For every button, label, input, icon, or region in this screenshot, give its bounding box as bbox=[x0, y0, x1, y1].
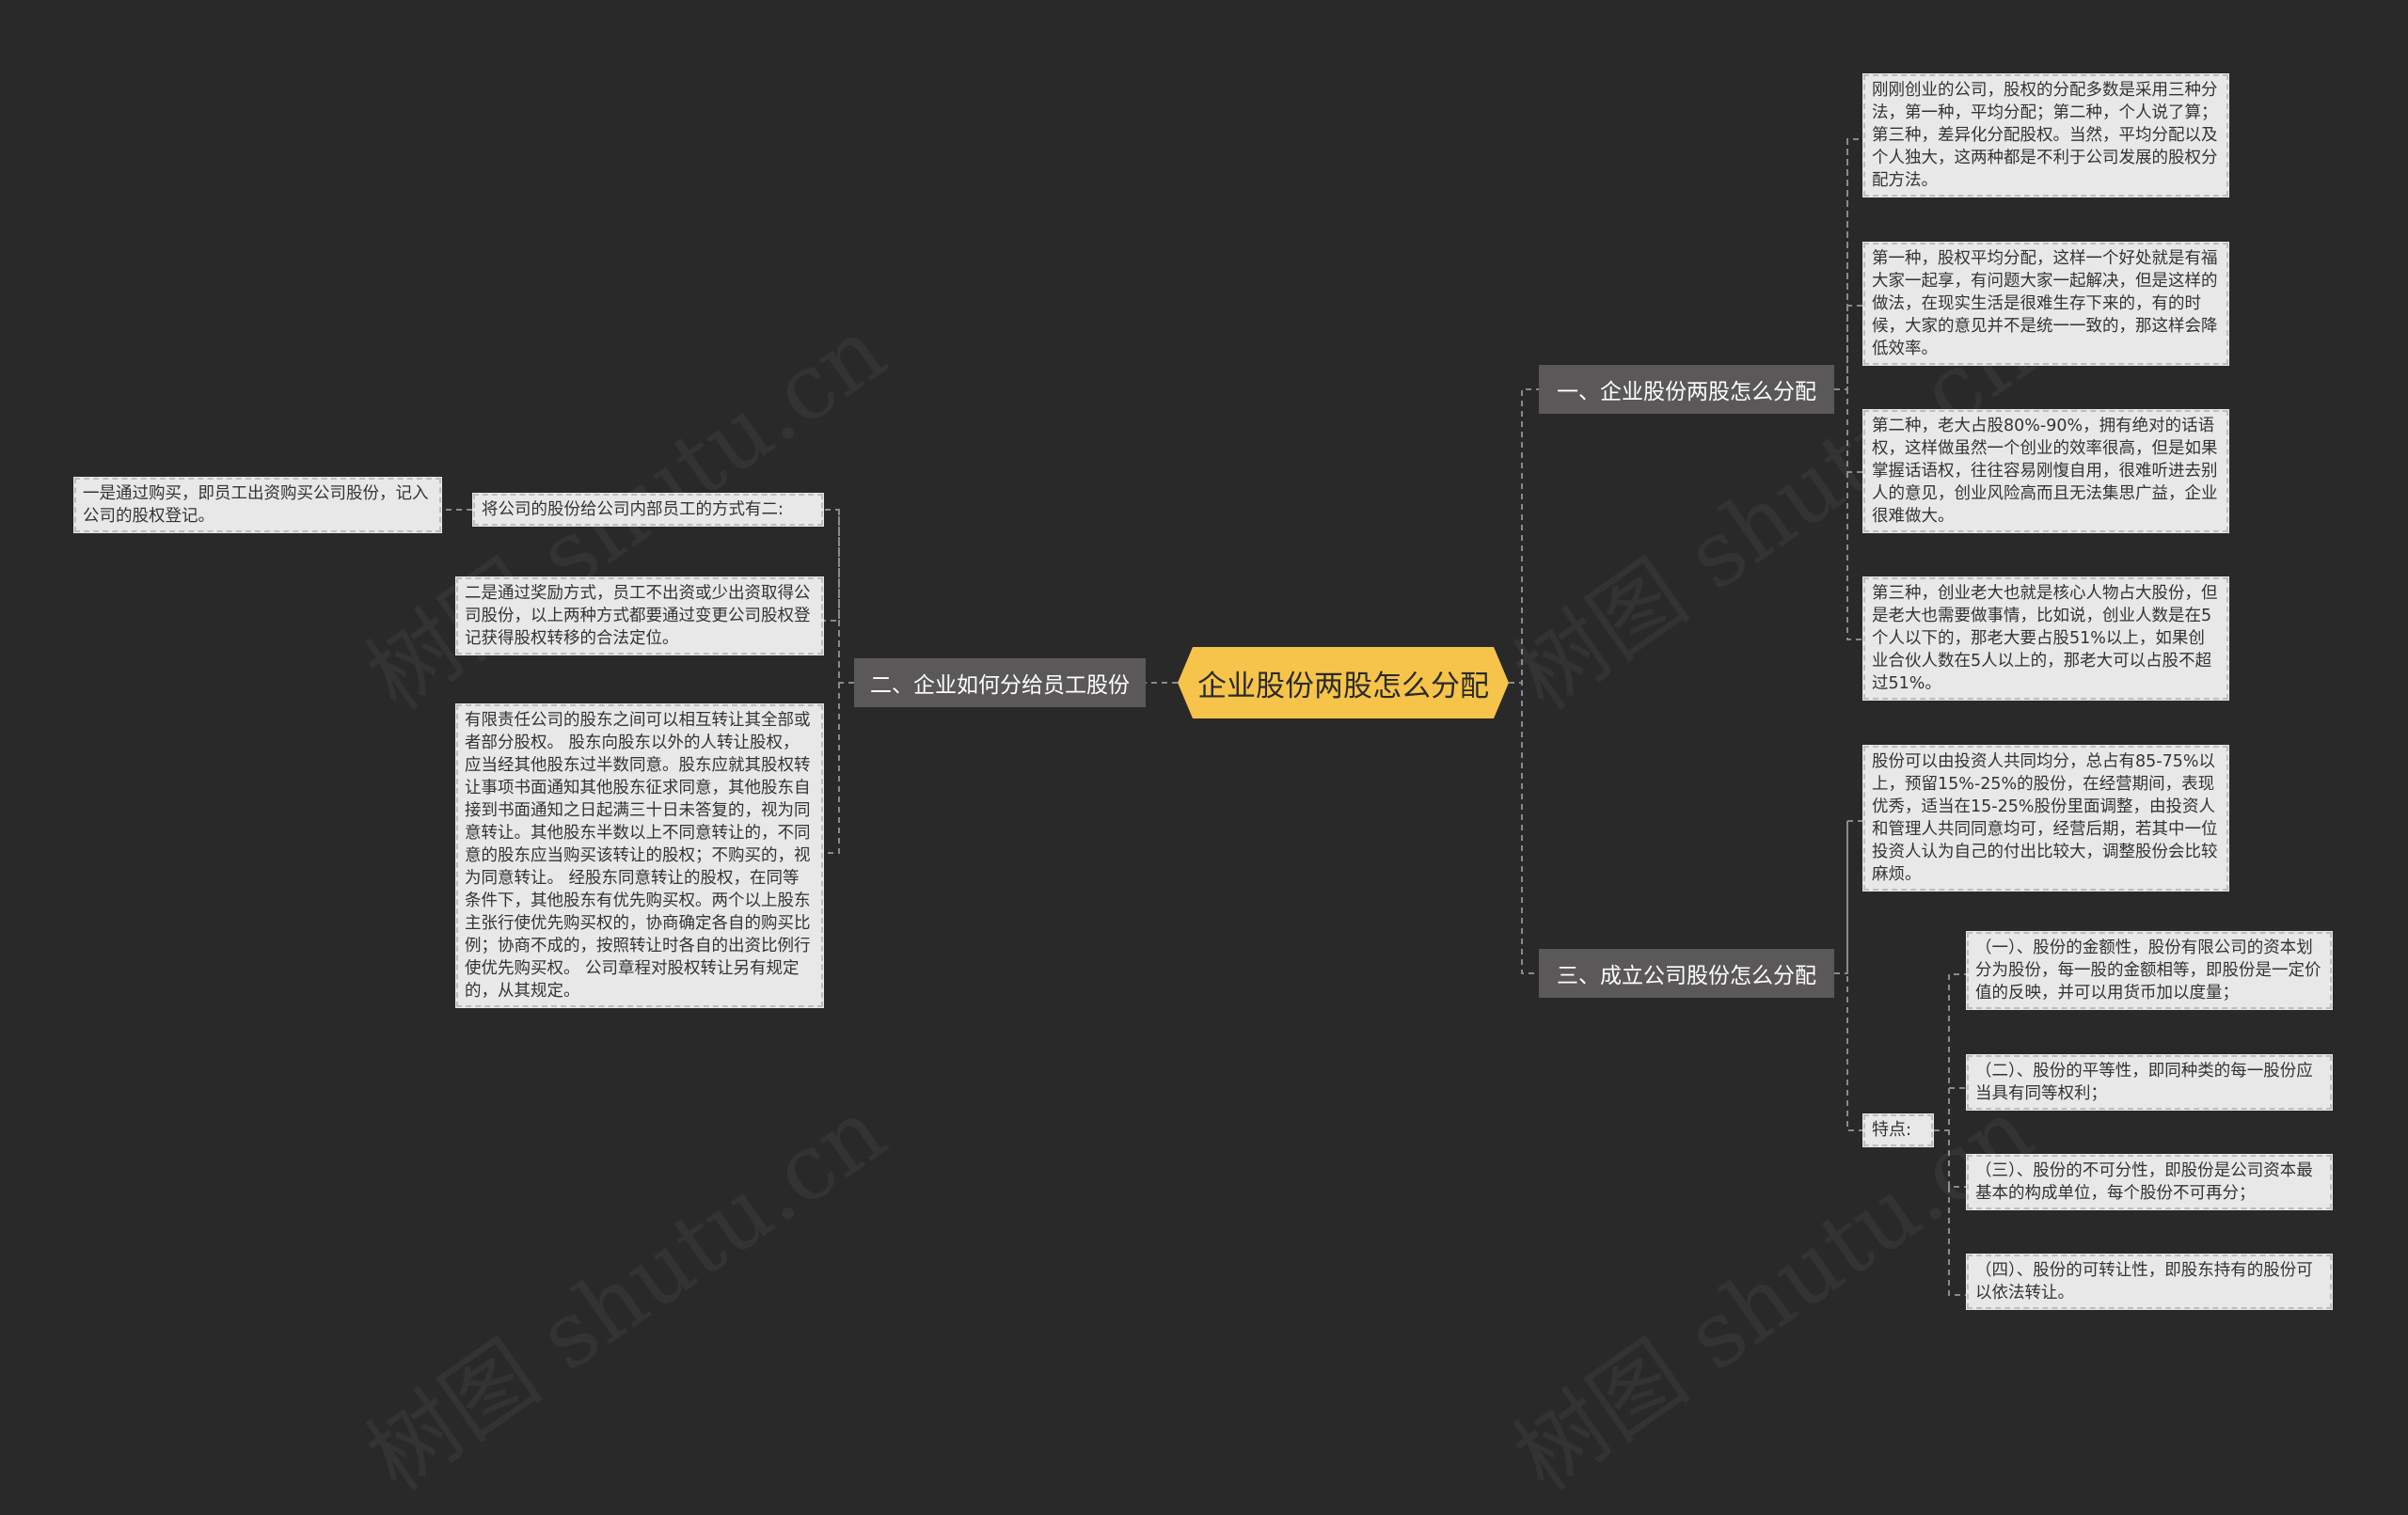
b1-leaf-2[interactable]: 第一种，股权平均分配，这样一个好处就是有福大家一起享，有问题大家一起解决，但是这… bbox=[1862, 242, 2229, 366]
b3-features-label[interactable]: 特点: bbox=[1862, 1113, 1934, 1147]
b3-feature-1[interactable]: （一）、股份的金额性，股份有限公司的资本划分为股份，每一股的金额相等，即股份是一… bbox=[1966, 931, 2333, 1010]
link-features bbox=[1934, 973, 1966, 1296]
branch-1[interactable]: 一、企业股份两股怎么分配 bbox=[1539, 365, 1834, 414]
link-b3-children bbox=[1834, 820, 1862, 1131]
b1-leaf-4[interactable]: 第三种，创业老大也就是核心人物占大股份，但是老大也需要做事情，比如说，创业人数是… bbox=[1862, 576, 2229, 701]
b2-method-2[interactable]: 二是通过奖励方式，员工不出资或少出资取得公司股份，以上两种方式都要通过变更公司股… bbox=[455, 576, 824, 655]
branch-3[interactable]: 三、成立公司股份怎么分配 bbox=[1539, 949, 1834, 998]
b3-feature-4[interactable]: （四）、股份的可转让性，即股东持有的股份可以依法转让。 bbox=[1966, 1254, 2333, 1310]
central-topic[interactable]: 企业股份两股怎么分配 bbox=[1178, 647, 1509, 718]
mind-map-canvas: 树图 shutu.cn 树图 shutu.cn 树图 shutu.cn 树图 s… bbox=[0, 0, 2408, 1510]
link-center-b1 bbox=[1509, 388, 1539, 684]
b3-feature-2[interactable]: （二）、股份的平等性，即同种类的每一股份应当具有同等权利； bbox=[1966, 1054, 2333, 1111]
b2-transfer[interactable]: 有限责任公司的股东之间可以相互转让其全部或者部分股权。 股东向股东以外的人转让股… bbox=[455, 703, 824, 1008]
branch-2[interactable]: 二、企业如何分给员工股份 bbox=[854, 658, 1146, 707]
b1-leaf-1[interactable]: 刚刚创业的公司，股权的分配多数是采用三种分法，第一种，平均分配；第二种，个人说了… bbox=[1862, 73, 2229, 197]
link-center-b3 bbox=[1509, 682, 1539, 974]
b3-feature-3[interactable]: （三）、股份的不可分性，即股份是公司资本最基本的构成单位，每个股份不可再分； bbox=[1966, 1154, 2333, 1210]
b1-leaf-3[interactable]: 第二种，老大占股80%-90%，拥有绝对的话语权，这样做虽然一个创业的效率很高，… bbox=[1862, 409, 2229, 533]
b3-allocation[interactable]: 股份可以由投资人共同均分，总占有85-75%以上，预留15%-25%的股份，在经… bbox=[1862, 745, 2229, 892]
link-b1-leaves bbox=[1834, 138, 1862, 640]
b2-method-1[interactable]: 一是通过购买，即员工出资购买公司股份，记入公司的股权登记。 bbox=[73, 477, 442, 533]
b2-methods-intro[interactable]: 将公司的股份给公司内部员工的方式有二: bbox=[472, 493, 824, 527]
link-b2-children bbox=[824, 509, 854, 854]
